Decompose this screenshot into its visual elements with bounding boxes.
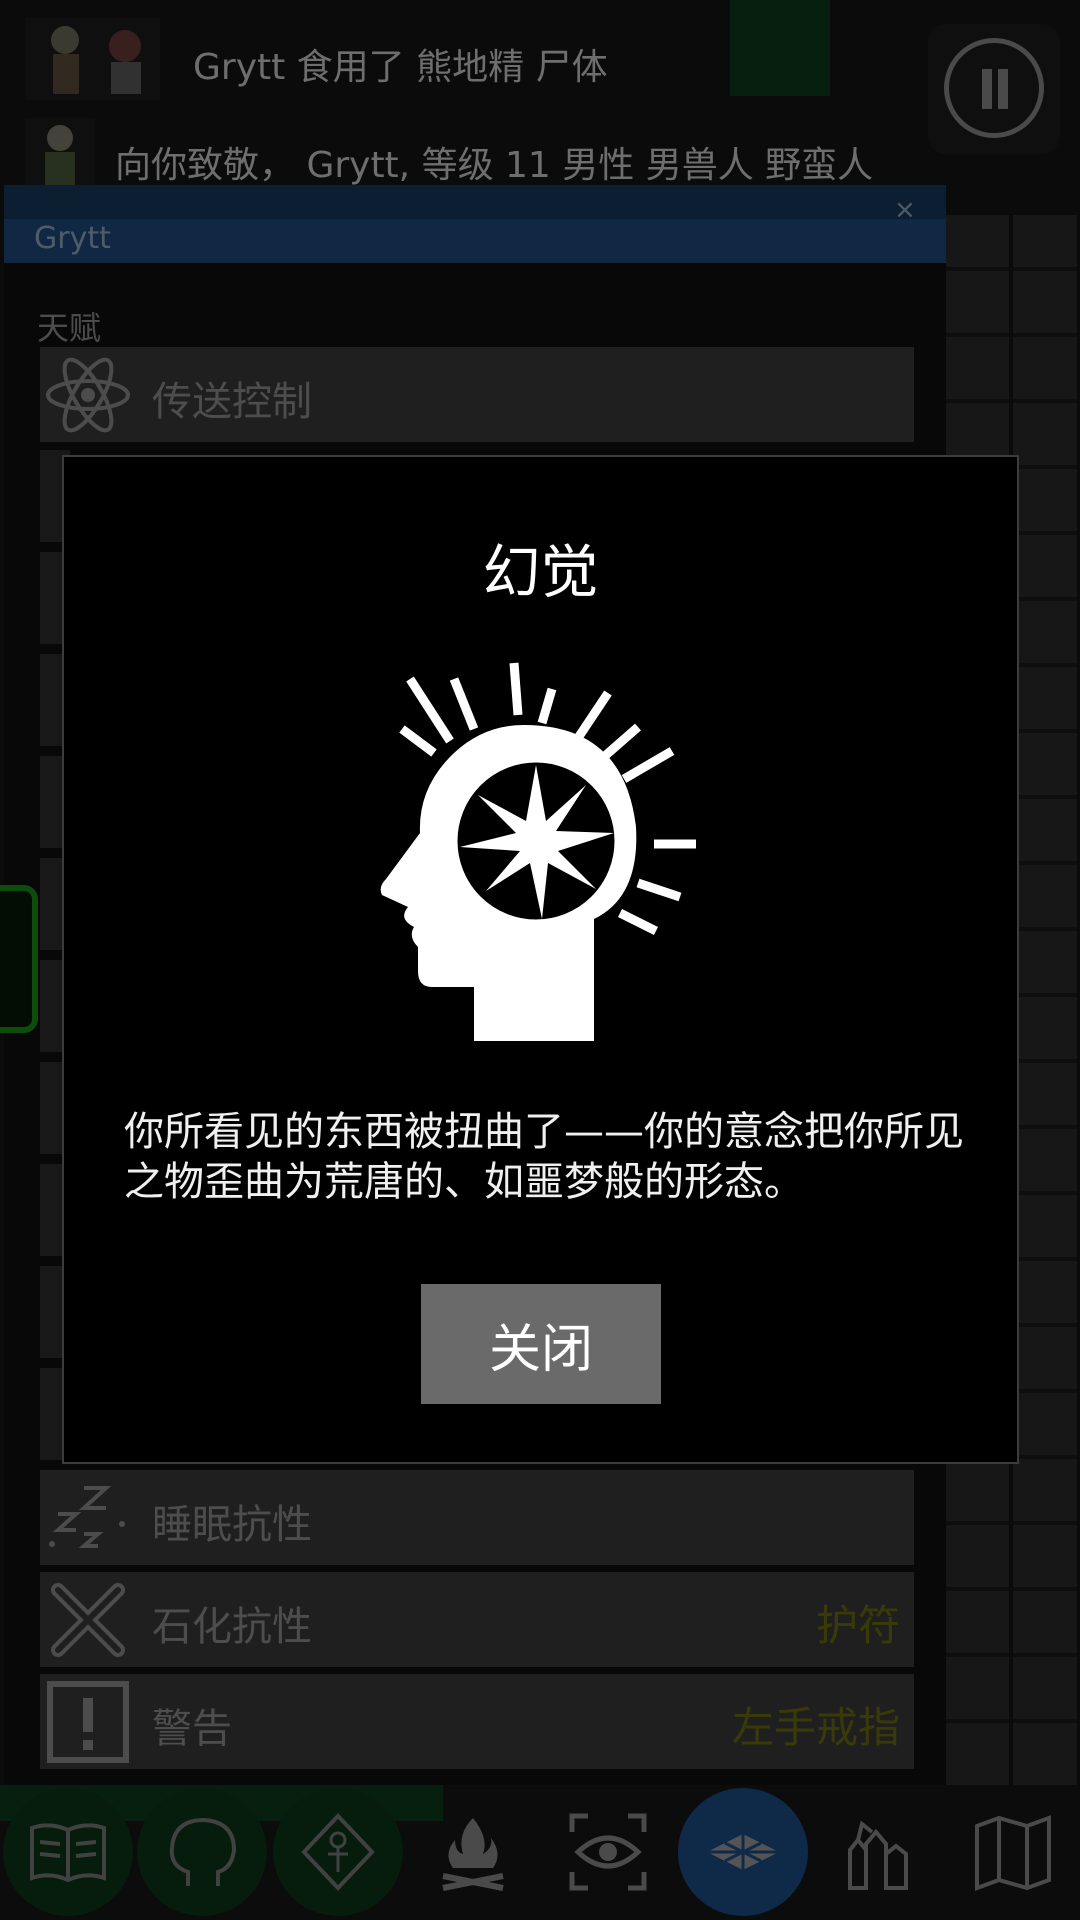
hallucination-head-icon	[380, 662, 696, 1041]
dialog-title: 幻觉	[482, 538, 599, 606]
dialog-body: 你所看见的东西被扭曲了——你的意念把你所见之物歪曲为荒唐的、如噩梦般的形态。	[124, 1109, 964, 1205]
close-button[interactable]: 关闭	[421, 1284, 661, 1404]
status-effect-dialog: 幻觉 你所看见的东西被扭曲了——你的意念把你所见之物歪曲为荒唐的、如噩梦般的形态…	[62, 455, 1019, 1464]
